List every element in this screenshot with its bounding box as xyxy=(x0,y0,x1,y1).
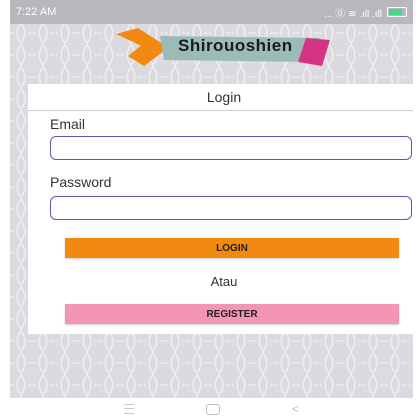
password-label: Password xyxy=(50,174,112,190)
phone-screen: 7:22 AM ... ⓪ ≋ .ıll .ıll Shirouoshien L… xyxy=(10,0,413,398)
status-time: 7:22 AM xyxy=(16,6,57,18)
battery-icon xyxy=(387,7,407,17)
home-icon[interactable] xyxy=(205,403,220,415)
password-field[interactable] xyxy=(50,196,412,220)
or-divider-text: Atau xyxy=(210,274,238,289)
back-icon[interactable]: < xyxy=(292,402,299,416)
recent-apps-icon[interactable] xyxy=(123,404,134,414)
logo-text: Shirouoshien xyxy=(178,36,293,55)
login-button[interactable]: LOGIN xyxy=(65,238,399,258)
navigation-bar: < xyxy=(10,398,413,420)
login-title: Login xyxy=(28,84,413,111)
login-card: Login Email Password LOGIN Atau REGISTER xyxy=(28,84,413,334)
status-indicators: ... ⓪ ≋ .ıll .ıll xyxy=(324,5,407,20)
status-bar: 7:22 AM ... ⓪ ≋ .ıll .ıll xyxy=(10,0,413,24)
email-field[interactable] xyxy=(50,136,412,160)
app-logo: Shirouoshien xyxy=(108,26,338,68)
email-label: Email xyxy=(50,116,86,132)
register-button[interactable]: REGISTER xyxy=(65,304,399,324)
signal-icons: ... ⓪ ≋ .ıll .ıll xyxy=(324,8,382,20)
